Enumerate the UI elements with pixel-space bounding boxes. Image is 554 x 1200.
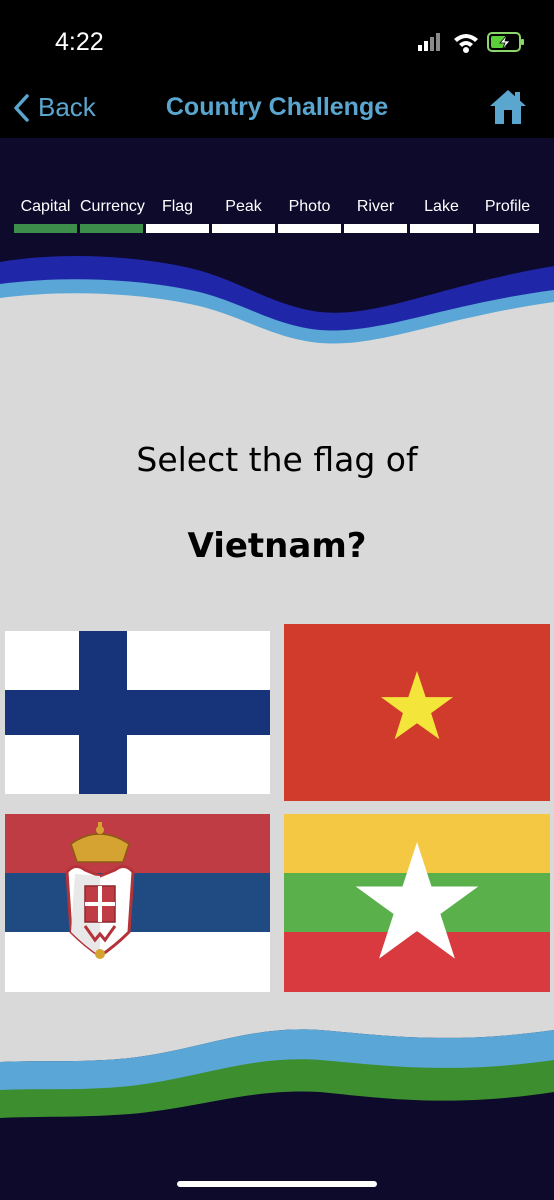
progress-label: Lake	[424, 198, 459, 215]
progress-bar	[14, 224, 77, 233]
progress-bar	[278, 224, 341, 233]
progress-item-peak: Peak	[212, 198, 275, 233]
progress-item-profile: Profile	[476, 198, 539, 233]
myanmar-flag	[284, 814, 550, 992]
flag-option-vietnam[interactable]	[284, 624, 550, 801]
progress-label: River	[356, 198, 395, 215]
progress-label: Profile	[484, 198, 531, 215]
progress-bar	[146, 224, 209, 233]
progress-bar	[344, 224, 407, 233]
progress-label: Capital	[20, 198, 71, 215]
progress-label: Peak	[225, 198, 262, 215]
progress-label: Currency	[80, 198, 145, 215]
progress-item-river: River	[344, 198, 407, 233]
progress-bar	[80, 224, 143, 233]
home-indicator	[177, 1181, 377, 1187]
progress-bar	[212, 224, 275, 233]
question-country: Vietnam?	[187, 526, 367, 566]
progress-item-flag: Flag	[146, 198, 209, 233]
progress-item-photo: Photo	[278, 198, 341, 233]
question-prompt: Select the flag of	[136, 440, 418, 479]
flag-option-serbia[interactable]	[5, 814, 270, 992]
progress-item-currency: Currency	[80, 198, 145, 233]
serbia-coat-of-arms-icon	[65, 822, 135, 959]
progress-item-capital: Capital	[14, 198, 77, 233]
progress-label: Flag	[161, 198, 194, 215]
serbia-flag	[5, 814, 270, 992]
flag-option-myanmar[interactable]	[284, 814, 550, 992]
wave-panel-background	[0, 256, 554, 1118]
progress-bar	[476, 224, 539, 233]
progress-bar	[410, 224, 473, 233]
progress-label: Photo	[288, 198, 331, 215]
progress-item-lake: Lake	[410, 198, 473, 233]
vietnam-flag	[284, 624, 550, 801]
finland-flag	[5, 631, 270, 794]
flag-option-finland[interactable]	[5, 631, 270, 794]
